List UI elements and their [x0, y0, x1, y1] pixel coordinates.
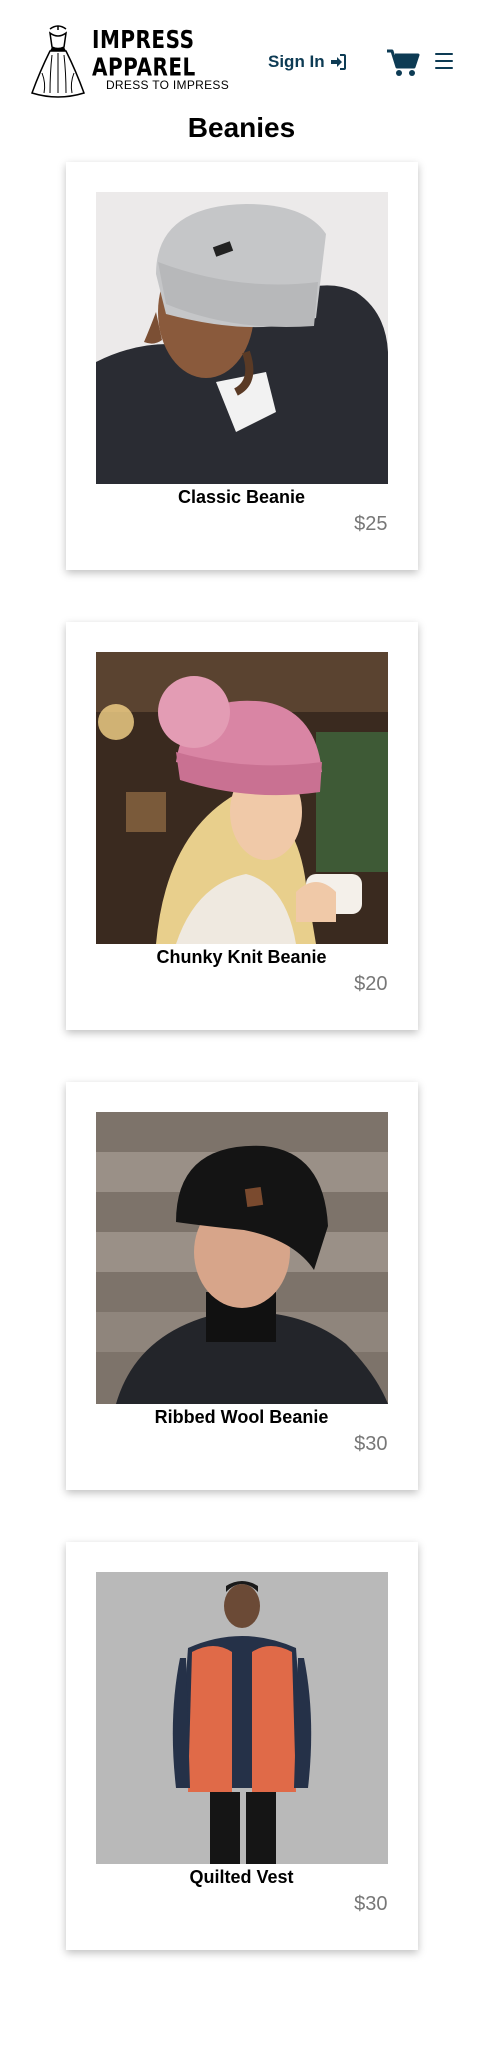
dress-logo-icon — [31, 25, 85, 98]
site-header: IMPRESS APPAREL DRESS TO IMPRESS Sign In — [0, 0, 483, 112]
brand-logo[interactable]: IMPRESS APPAREL DRESS TO IMPRESS — [28, 22, 243, 100]
product-image[interactable] — [95, 1572, 388, 1864]
product-card[interactable]: Quilted Vest $30 — [65, 1542, 418, 1950]
product-image[interactable] — [95, 652, 388, 944]
product-name[interactable]: Classic Beanie — [66, 486, 418, 508]
product-grid: Classic Beanie $25 Chunky Knit Beanie $2 — [0, 162, 483, 2002]
product-price: $20 — [354, 973, 388, 995]
product-image[interactable] — [95, 1112, 388, 1404]
man-orange-vest-photo-icon — [95, 1572, 388, 1864]
product-price: $30 — [354, 1893, 388, 1915]
sign-in-icon — [330, 54, 346, 70]
woman-pink-knit-beanie-photo-icon — [95, 652, 388, 944]
page-title: Beanies — [187, 112, 296, 143]
man-grey-beanie-photo-icon — [95, 192, 388, 484]
sign-in-label: Sign In — [268, 52, 325, 71]
product-name[interactable]: Quilted Vest — [66, 1866, 418, 1888]
product-card[interactable]: Classic Beanie $25 — [65, 162, 418, 570]
sign-in-link[interactable]: Sign In — [268, 52, 346, 72]
product-name[interactable]: Ribbed Wool Beanie — [66, 1406, 418, 1428]
product-price: $30 — [354, 1433, 388, 1455]
brand-name: IMPRESS APPAREL — [92, 23, 196, 82]
product-card[interactable]: Ribbed Wool Beanie $30 — [65, 1082, 418, 1490]
product-card[interactable]: Chunky Knit Beanie $20 — [65, 622, 418, 1030]
product-price: $25 — [354, 513, 388, 535]
man-black-beanie-photo-icon — [95, 1112, 388, 1404]
product-name[interactable]: Chunky Knit Beanie — [66, 946, 418, 968]
product-image[interactable] — [95, 192, 388, 484]
hamburger-menu-icon[interactable] — [435, 53, 453, 69]
shopping-cart-icon[interactable] — [386, 48, 420, 78]
